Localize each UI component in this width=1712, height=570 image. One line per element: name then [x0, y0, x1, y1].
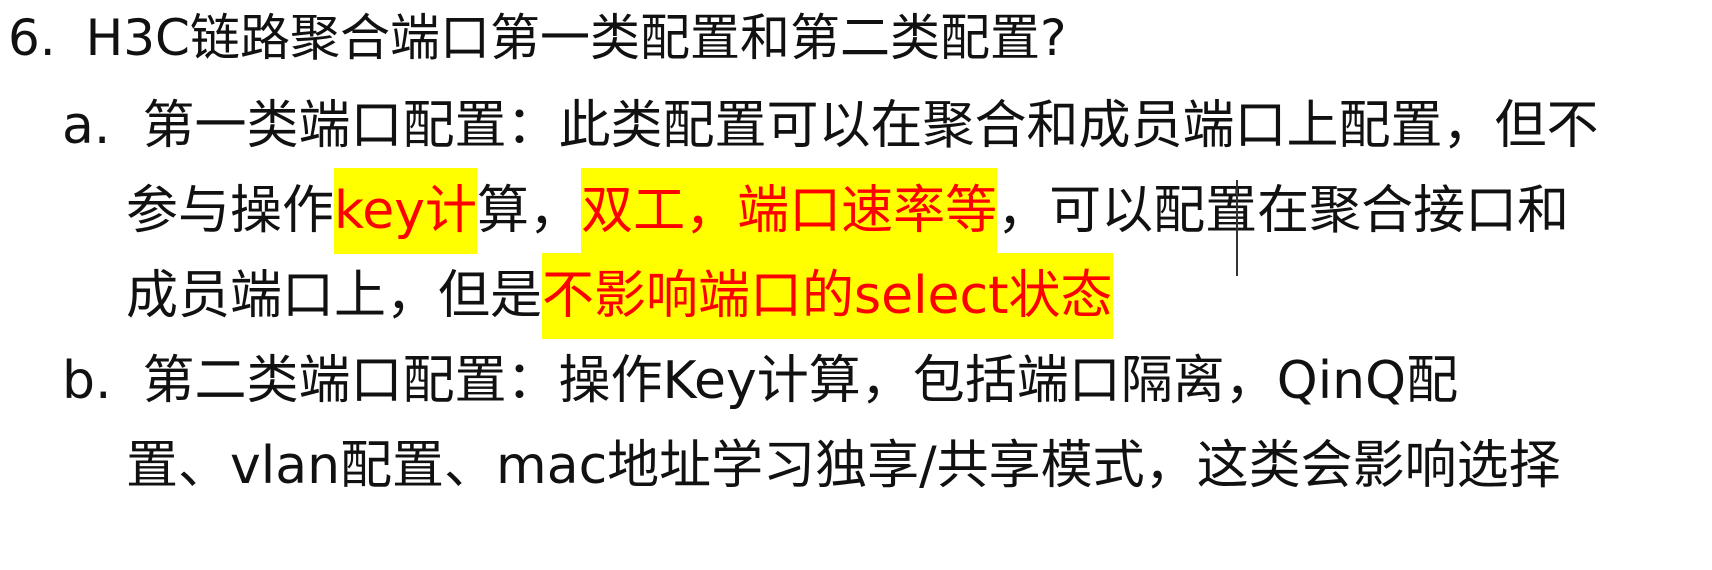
item-b-text-2: 置、vlan配置、mac地址学习独享/共享模式，这类会影响选择: [126, 436, 1561, 496]
item-a-text-3a: 成员端口上，但是: [126, 266, 543, 326]
item-b-line-1: b. 第二类端口配置：操作Key计算，包括端口隔离，QinQ配: [62, 338, 1458, 424]
item-a-line-2: 参与操作key计算，双工，端口速率等，可以配置在聚合接口和: [126, 168, 1569, 254]
highlight-key-calc: key计: [334, 168, 478, 254]
item-a-marker: a.: [62, 96, 111, 156]
question-title: H3C链路聚合端口第一类配置和第二类配置?: [85, 9, 1067, 67]
item-a-line-3: 成员端口上，但是不影响端口的select状态: [126, 253, 1113, 339]
text-cursor: [1236, 180, 1238, 276]
item-b-text-1: 第二类端口配置：操作Key计算，包括端口隔离，QinQ配: [142, 351, 1459, 411]
question-heading: 6. H3C链路聚合端口第一类配置和第二类配置?: [8, 0, 1066, 81]
item-a-text-2b: 算，: [477, 181, 582, 241]
highlight-duplex-speed: 双工，端口速率等: [581, 168, 998, 254]
question-number: 6.: [8, 9, 56, 67]
item-b-marker: b.: [62, 351, 112, 411]
item-b-line-2: 置、vlan配置、mac地址学习独享/共享模式，这类会影响选择: [126, 423, 1561, 509]
item-a-text-2a: 参与操作: [126, 181, 335, 241]
item-a-text-2c: ，可以配置在聚合接口和: [997, 181, 1570, 241]
item-a-text-1: 第一类端口配置：此类配置可以在聚合和成员端口上配置，但不: [142, 96, 1599, 156]
highlight-select-state: 不影响端口的select状态: [542, 253, 1113, 339]
item-a-line-1: a. 第一类端口配置：此类配置可以在聚合和成员端口上配置，但不: [62, 83, 1599, 169]
